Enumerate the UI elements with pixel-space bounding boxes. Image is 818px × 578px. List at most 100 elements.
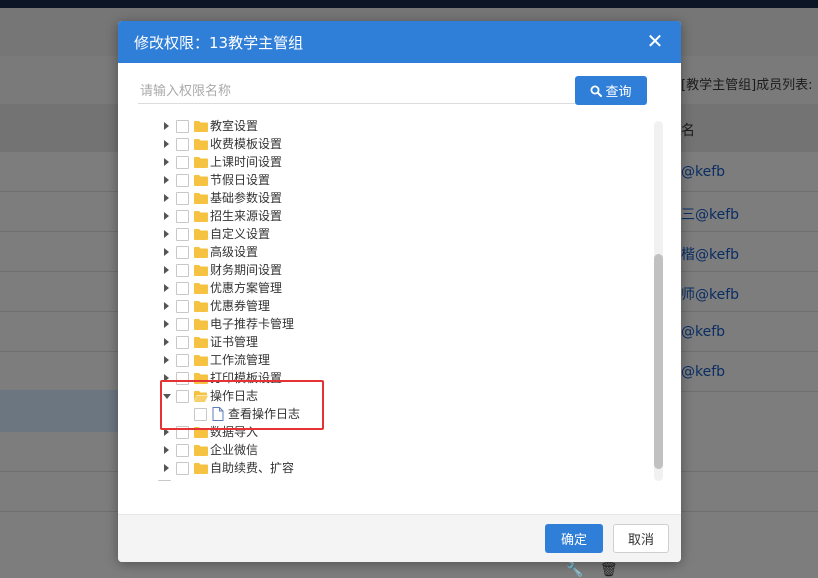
member-link[interactable]: 师@kefb <box>681 284 739 304</box>
tree-node[interactable]: 电子推荐卡管理 <box>118 315 638 333</box>
folder-icon <box>194 157 208 168</box>
tree-node-label: 节假日设置 <box>210 173 271 187</box>
expand-caret-icon[interactable] <box>164 230 169 238</box>
expand-caret-icon[interactable] <box>164 284 169 292</box>
highlight-annotation <box>160 380 324 430</box>
members-column-header: 名 <box>681 123 695 139</box>
wrench-icon[interactable]: 🔧 <box>566 562 583 578</box>
tree-scrollbar-thumb[interactable] <box>654 254 663 469</box>
node-checkbox[interactable] <box>176 174 189 187</box>
confirm-button[interactable]: 确定 <box>545 524 603 553</box>
tree-node[interactable]: 节假日设置 <box>118 171 638 189</box>
expand-caret-icon[interactable] <box>164 320 169 328</box>
folder-icon <box>194 211 208 222</box>
tree-node[interactable] <box>118 477 638 481</box>
folder-icon <box>194 121 208 132</box>
folder-icon <box>194 175 208 186</box>
tree-node[interactable]: 招生来源设置 <box>118 207 638 225</box>
node-checkbox[interactable] <box>158 480 171 481</box>
search-button[interactable]: 查询 <box>575 76 647 105</box>
folder-icon <box>176 480 190 481</box>
node-checkbox[interactable] <box>176 210 189 223</box>
expand-caret-icon[interactable] <box>164 248 169 256</box>
tree-node-label: 证书管理 <box>210 335 259 349</box>
tree-node[interactable]: 证书管理 <box>118 333 638 351</box>
node-checkbox[interactable] <box>176 354 189 367</box>
dialog-header: 修改权限：13教学主管组 ✕ <box>118 21 681 63</box>
trash-icon[interactable]: 🗑 <box>600 562 618 578</box>
expand-caret-icon[interactable] <box>164 464 169 472</box>
top-navbar <box>0 0 818 8</box>
search-icon <box>590 85 603 97</box>
close-icon[interactable]: ✕ <box>645 30 665 52</box>
folder-icon <box>194 463 208 474</box>
tree-node[interactable]: 基础参数设置 <box>118 189 638 207</box>
tree-node[interactable]: 教室设置 <box>118 117 638 135</box>
node-checkbox[interactable] <box>176 246 189 259</box>
tree-node[interactable]: 优惠方案管理 <box>118 279 638 297</box>
node-checkbox[interactable] <box>176 336 189 349</box>
tree-node-label: 高级设置 <box>210 245 259 259</box>
node-checkbox[interactable] <box>176 318 189 331</box>
tree-node-label: 收费模板设置 <box>210 137 283 151</box>
expand-caret-icon[interactable] <box>164 158 169 166</box>
member-link[interactable]: 三@kefb <box>681 204 739 224</box>
tree-node[interactable]: 自助续费、扩容 <box>118 459 638 477</box>
tree-node-label: 优惠券管理 <box>210 299 271 313</box>
expand-caret-icon[interactable] <box>164 194 169 202</box>
folder-icon <box>194 319 208 330</box>
node-checkbox[interactable] <box>176 264 189 277</box>
member-link[interactable]: 楷@kefb <box>681 244 739 264</box>
cancel-button[interactable]: 取消 <box>613 524 669 553</box>
tree-node-label: 招生来源设置 <box>210 209 283 223</box>
member-link[interactable]: @kefb <box>681 324 725 340</box>
expand-caret-icon[interactable] <box>164 338 169 346</box>
expand-caret-icon[interactable] <box>164 122 169 130</box>
expand-caret-icon[interactable] <box>164 212 169 220</box>
folder-icon <box>194 229 208 240</box>
node-checkbox[interactable] <box>176 462 189 475</box>
background-selected-row <box>0 390 118 432</box>
node-checkbox[interactable] <box>176 228 189 241</box>
tree-node[interactable]: 上课时间设置 <box>118 153 638 171</box>
node-checkbox[interactable] <box>176 120 189 133</box>
node-checkbox[interactable] <box>176 156 189 169</box>
tree-node[interactable]: 收费模板设置 <box>118 135 638 153</box>
folder-icon <box>194 301 208 312</box>
tree-node[interactable]: 财务期间设置 <box>118 261 638 279</box>
tree-node-label: 基础参数设置 <box>210 191 283 205</box>
tree-node[interactable]: 自定义设置 <box>118 225 638 243</box>
tree-node-label: 企业微信 <box>210 443 259 457</box>
tree-node-label: 自定义设置 <box>210 227 271 241</box>
folder-icon <box>194 445 208 456</box>
row-actions: 🔧 🗑 <box>566 562 618 578</box>
expand-caret-icon[interactable] <box>164 302 169 310</box>
tree-node[interactable]: 企业微信 <box>118 441 638 459</box>
tree-node[interactable]: 高级设置 <box>118 243 638 261</box>
tree-node[interactable]: 工作流管理 <box>118 351 638 369</box>
permission-search-input[interactable] <box>138 79 576 104</box>
node-checkbox[interactable] <box>176 282 189 295</box>
expand-caret-icon[interactable] <box>164 176 169 184</box>
expand-caret-icon[interactable] <box>164 140 169 148</box>
edit-permissions-dialog: 修改权限：13教学主管组 ✕ 查询 教室设置 收费模板设置 上课时间设置 <box>118 21 681 562</box>
member-link[interactable]: @kefb <box>681 364 725 380</box>
tree-node-label: 上课时间设置 <box>210 155 283 169</box>
folder-icon <box>194 139 208 150</box>
member-link[interactable]: @kefb <box>681 164 725 180</box>
node-checkbox[interactable] <box>176 444 189 457</box>
tree-node-label: 优惠方案管理 <box>210 281 283 295</box>
tree-node[interactable]: 优惠券管理 <box>118 297 638 315</box>
tree-node-label: 电子推荐卡管理 <box>210 317 295 331</box>
expand-caret-icon[interactable] <box>164 446 169 454</box>
tree-node-label: 财务期间设置 <box>210 263 283 277</box>
expand-caret-icon[interactable] <box>164 356 169 364</box>
folder-icon <box>194 247 208 258</box>
node-checkbox[interactable] <box>176 138 189 151</box>
folder-icon <box>194 265 208 276</box>
expand-caret-icon[interactable] <box>164 266 169 274</box>
node-checkbox[interactable] <box>176 192 189 205</box>
folder-icon <box>194 355 208 366</box>
folder-icon <box>194 283 208 294</box>
node-checkbox[interactable] <box>176 300 189 313</box>
